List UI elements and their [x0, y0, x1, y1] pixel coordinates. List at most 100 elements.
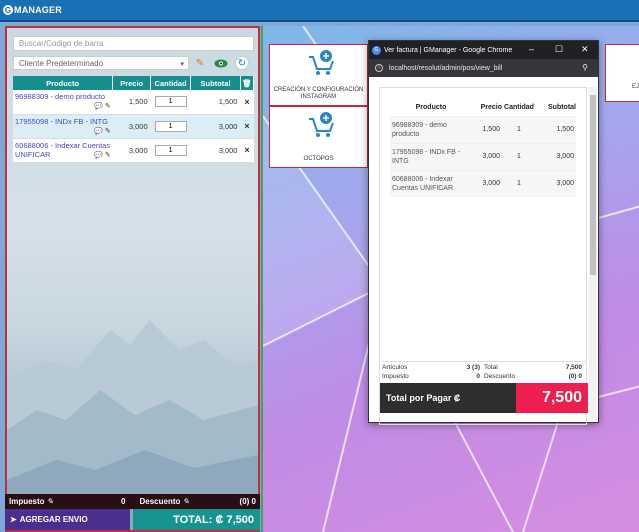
bill-table: Producto Precio Cantidad Subtotal 969883… — [390, 100, 576, 197]
popup-scrollbar[interactable] — [589, 87, 597, 421]
bill-subtotal: 3,000 — [536, 142, 576, 170]
tile-label: EJ — [632, 84, 639, 90]
category-tile[interactable]: EJ — [605, 44, 639, 102]
logo-text: MANAGER — [14, 5, 62, 15]
discount-label: Descuento — [484, 373, 516, 380]
bill-content: Producto Precio Cantidad Subtotal 969883… — [379, 87, 588, 425]
bill-qty: 1 — [502, 115, 536, 143]
col-product: Producto — [13, 76, 114, 90]
bill-row: 96988309 - demo producto 1,500 1 1,500 — [390, 115, 576, 143]
amount-due-row: Total por Pagar ₡ 7,500 — [380, 383, 588, 413]
remove-icon[interactable]: × — [240, 138, 254, 163]
client-select-value: Cliente Predeterminado — [19, 59, 104, 68]
product-link[interactable]: 96988309 - demo producto — [15, 92, 105, 101]
comment-edit-icon[interactable]: 💬 ✎ — [94, 151, 111, 160]
quantity-input[interactable] — [154, 144, 187, 156]
refresh-icon[interactable]: ↻ — [235, 56, 249, 70]
comment-edit-icon[interactable]: 💬 ✎ — [94, 102, 111, 111]
client-select[interactable]: Cliente Predeterminado ▾ — [13, 56, 189, 70]
total-button[interactable]: TOTAL: ₡ 7,500 — [133, 509, 260, 530]
popup-url[interactable]: localhost/resolut/admin/pos/view_bill — [389, 65, 502, 72]
tile-label: OCTOPOS — [303, 156, 334, 162]
articles-value: 3 (3) — [466, 364, 480, 371]
tax-value: 0 — [476, 373, 480, 380]
close-icon[interactable]: ✕ — [581, 44, 589, 55]
tax-discount-row: Impuesto ✎ 0 Descuento ✎ (0) 0 — [5, 494, 260, 509]
bill-col-price: Precio — [480, 104, 502, 112]
edit-tax-icon[interactable]: ✎ — [47, 497, 54, 506]
subtotal-cell: 3,000 — [190, 114, 241, 139]
maximize-icon[interactable]: ☐ — [555, 44, 563, 55]
popup-address-bar: i localhost/resolut/admin/pos/view_bill … — [369, 59, 598, 77]
category-tile[interactable]: CREACIÓN Y CONFIGURACIÓN INSTAGRAM — [269, 44, 368, 106]
discount-label: Descuento — [139, 497, 181, 506]
edit-discount-icon[interactable]: ✎ — [183, 497, 190, 506]
price-cell: 1,500 — [112, 90, 151, 115]
bill-price: 3,000 — [472, 169, 502, 197]
cart-table: Producto Precio Cantidad Subtotal 🗑 9698… — [13, 76, 255, 163]
bill-col-product: Producto — [415, 104, 447, 112]
popup-titlebar: G Ver factura | GManager - Google Chrome… — [369, 41, 598, 59]
table-row: 96988309 - demo producto💬 ✎ 1,500 1,500 … — [13, 90, 254, 115]
bill-qty: 1 — [502, 142, 536, 170]
total-value: 7,500 — [565, 364, 582, 371]
chrome-icon: G — [372, 45, 381, 55]
remove-icon[interactable]: × — [240, 90, 254, 115]
eye-icon[interactable] — [212, 56, 230, 70]
col-price: Precio — [112, 76, 152, 90]
quantity-input[interactable] — [154, 120, 187, 132]
bill-product: 60688006 - Indexar Cuentas UNIFICAR — [390, 169, 472, 197]
top-bar: G MANAGER — [0, 0, 639, 22]
bill-price: 3,000 — [472, 142, 502, 170]
bill-summary: Artículos 3 (3) Total 7,500 Impuesto 0 D… — [382, 361, 586, 382]
bill-subtotal: 3,000 — [536, 169, 576, 197]
chevron-down-icon: ▾ — [180, 61, 184, 68]
info-icon[interactable]: i — [375, 64, 383, 72]
pos-footer: Impuesto ✎ 0 Descuento ✎ (0) 0 ➤ AGREGAR… — [5, 494, 260, 532]
category-tile[interactable]: OCTOPOS — [269, 106, 368, 168]
quantity-input[interactable] — [154, 96, 187, 108]
col-qty: Cantidad — [150, 76, 192, 90]
bill-qty: 1 — [502, 169, 536, 197]
tile-label: CREACIÓN Y CONFIGURACIÓN INSTAGRAM — [273, 87, 364, 100]
zoom-icon[interactable]: ⚲ — [582, 63, 588, 72]
tax-value: 0 — [121, 497, 126, 506]
logo-icon: G — [3, 5, 13, 15]
product-link[interactable]: 17955098 - INDx FB - INTG — [15, 117, 108, 126]
search-input[interactable]: Buscar/Codigo de barra — [13, 36, 254, 51]
subtotal-cell: 3,000 — [190, 138, 241, 163]
tax-label: Impuesto — [9, 497, 45, 506]
bill-product: 96988309 - demo producto — [390, 115, 472, 143]
add-shipping-button[interactable]: ➤ AGREGAR ENVIO — [5, 509, 130, 530]
pos-panel: Buscar/Codigo de barra Cliente Predeterm… — [5, 26, 260, 532]
bill-price: 1,500 — [472, 115, 502, 143]
popup-title: Ver factura | GManager - Google Chrome — [384, 46, 513, 54]
discount-value: (0) 0 — [239, 497, 256, 506]
total-label: Total — [484, 364, 498, 371]
bill-subtotal: 1,500 — [536, 115, 576, 143]
subtotal-cell: 1,500 — [190, 90, 241, 115]
discount-value: (0) 0 — [568, 373, 582, 380]
comment-edit-icon[interactable]: 💬 ✎ — [94, 127, 111, 136]
send-icon: ➤ — [10, 515, 17, 524]
price-cell: 3,000 — [112, 114, 151, 139]
cart-add-icon — [309, 112, 334, 137]
amount-due-value: 7,500 — [516, 383, 588, 413]
table-row: 17955098 - INDx FB - INTG💬 ✎ 3,000 3,000… — [13, 114, 254, 139]
minimize-icon[interactable]: – — [529, 44, 534, 54]
bill-col-subtotal: Subtotal — [548, 104, 576, 112]
scrollbar-thumb[interactable] — [590, 95, 596, 275]
pencil-icon[interactable]: ✎ — [191, 56, 209, 70]
tax-label: Impuesto — [382, 373, 409, 380]
table-row: 60688006 - Indexar Cuentas UNIFICAR 💬 ✎ 3… — [13, 138, 254, 163]
trash-icon[interactable]: 🗑 — [240, 76, 255, 90]
articles-label: Artículos — [382, 364, 408, 371]
cart-add-icon — [309, 50, 334, 75]
bill-product: 17955098 - INDx FB - INTG — [390, 142, 472, 170]
bill-row: 17955098 - INDx FB - INTG 3,000 1 3,000 — [390, 142, 576, 170]
col-subtotal: Subtotal — [190, 76, 241, 90]
price-cell: 3,000 — [112, 138, 151, 163]
bill-row: 60688006 - Indexar Cuentas UNIFICAR 3,00… — [390, 169, 576, 197]
bill-col-qty: Cantidad — [504, 104, 534, 112]
remove-icon[interactable]: × — [240, 114, 254, 139]
